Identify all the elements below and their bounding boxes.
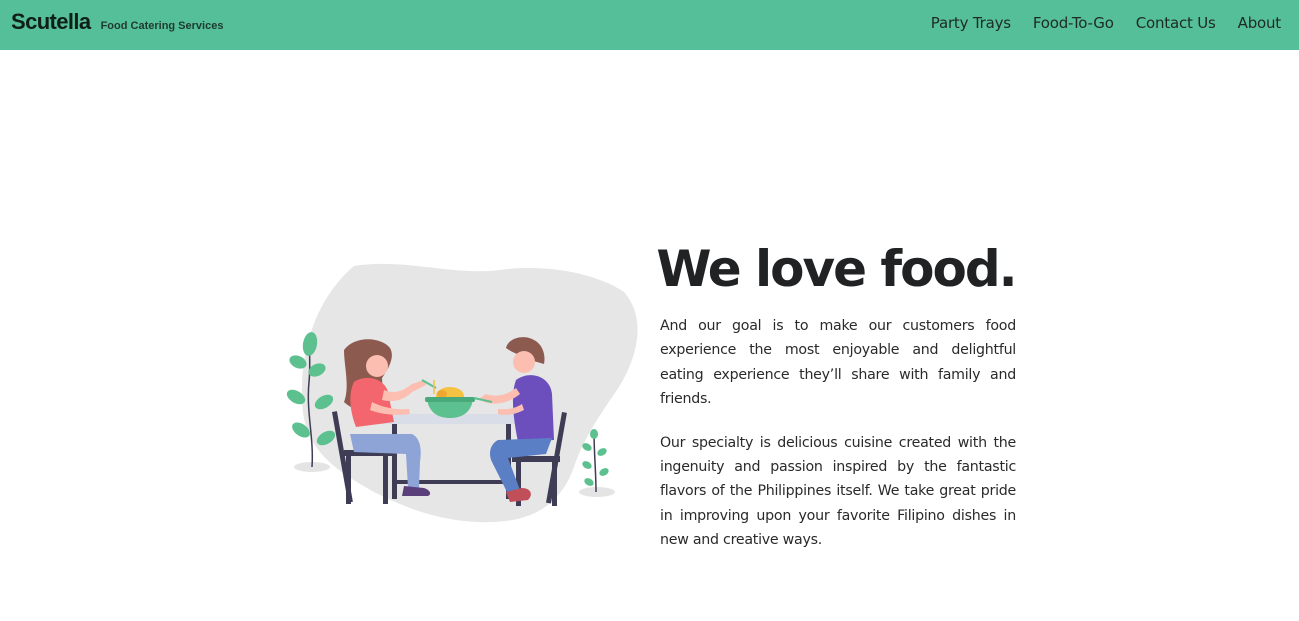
nav-link-food-to-go[interactable]: Food-To-Go bbox=[1033, 14, 1114, 32]
brand-logo-link[interactable]: Scutella bbox=[11, 9, 91, 35]
nav-link-contact-us[interactable]: Contact Us bbox=[1136, 14, 1216, 32]
top-navbar: Scutella Food Catering Services Party Tr… bbox=[0, 0, 1299, 50]
hero-text-block: We love food. And our goal is to make ou… bbox=[656, 238, 1017, 553]
hero-title: We love food. bbox=[656, 240, 1017, 298]
hero-paragraph-specialty: Our specialty is delicious cuisine creat… bbox=[660, 434, 1016, 549]
hero-illustration bbox=[284, 262, 644, 524]
couple-eating-illustration bbox=[286, 263, 638, 523]
nav-link-party-trays[interactable]: Party Trays bbox=[931, 14, 1011, 32]
main-nav: Party Trays Food-To-Go Contact Us About bbox=[909, 14, 1281, 32]
brand: Scutella Food Catering Services bbox=[11, 9, 223, 35]
brand-tagline: Food Catering Services bbox=[100, 20, 224, 32]
hero-paragraph-goal: And our goal is to make our customers fo… bbox=[660, 318, 1016, 408]
nav-link-about[interactable]: About bbox=[1238, 14, 1282, 32]
